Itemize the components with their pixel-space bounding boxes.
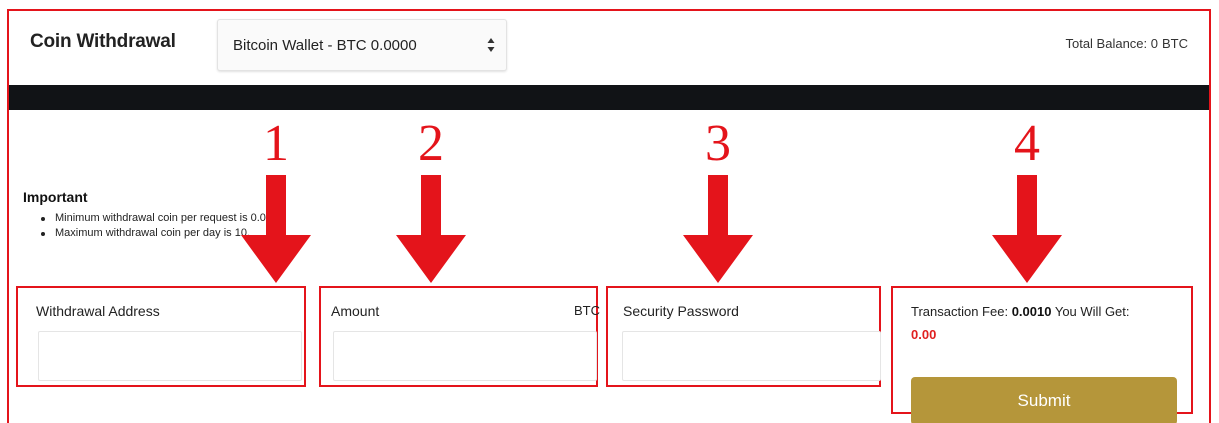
select-arrows-icon [487,38,495,52]
page-title: Coin Withdrawal [30,31,176,52]
down-arrow-icon [683,175,753,283]
transaction-fee-line: Transaction Fee: 0.0010 You Will Get: [911,304,1130,319]
annotation-marker-3: 3 [705,115,731,172]
fee-value: 0.0010 [1011,304,1052,319]
submit-button[interactable]: Submit [911,377,1177,423]
wallet-select-value: Bitcoin Wallet - BTC 0.0000 [233,37,417,54]
transaction-summary-box: Transaction Fee: 0.0010 You Will Get: 0.… [891,286,1193,423]
you-will-get-value: 0.00 [911,327,937,342]
annotation-marker-2: 2 [418,115,444,172]
panel-header: Coin Withdrawal Bitcoin Wallet - BTC 0.0… [9,11,1209,77]
amount-label: Amount [331,303,380,319]
withdrawal-address-box: Withdrawal Address [16,286,306,387]
dark-divider-bar [9,85,1209,110]
annotation-marker-1: 1 [263,115,289,172]
security-password-box: Security Password [606,286,881,387]
withdrawal-address-input[interactable] [38,331,302,381]
amount-unit: BTC [574,303,600,318]
security-password-label: Security Password [623,303,739,319]
down-arrow-icon [396,175,466,283]
down-arrow-icon [241,175,311,283]
down-arrow-icon [992,175,1062,283]
total-balance-label: Total Balance: 0 [1065,36,1158,51]
fee-label: Transaction Fee: [911,304,1009,319]
withdrawal-address-label: Withdrawal Address [36,303,160,319]
total-balance: Total Balance: 0 BTC [1065,36,1188,51]
get-label: You Will Get: [1054,304,1130,319]
total-balance-currency: BTC [1162,36,1188,51]
security-password-input[interactable] [622,331,881,381]
wallet-select[interactable]: Bitcoin Wallet - BTC 0.0000 [217,19,507,71]
annotation-marker-4: 4 [1014,115,1040,172]
amount-box: Amount BTC [319,286,600,387]
amount-input[interactable] [333,331,597,381]
